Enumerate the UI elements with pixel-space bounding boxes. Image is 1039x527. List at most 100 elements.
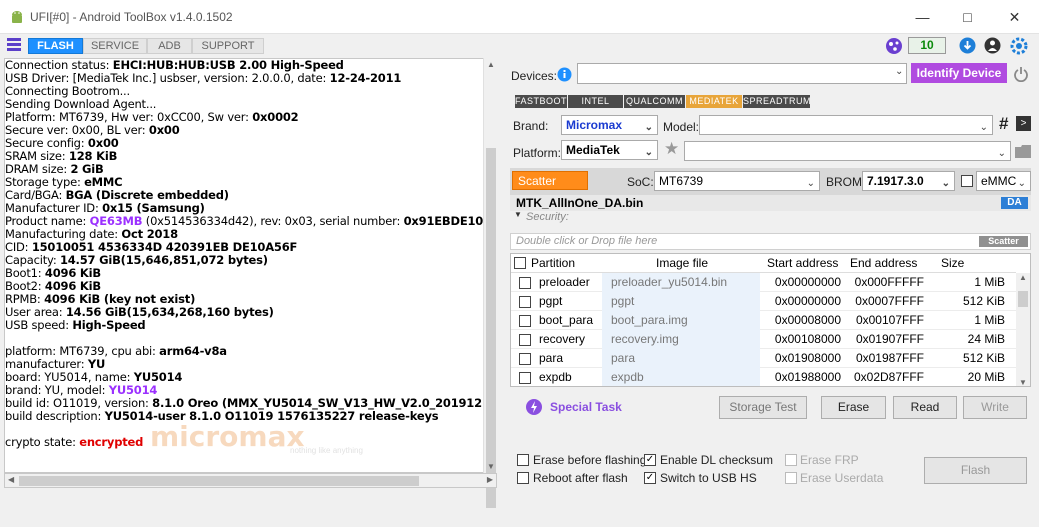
end-address: 0x00107FFF <box>855 313 924 327</box>
row-checkbox[interactable] <box>519 334 531 346</box>
row-checkbox[interactable] <box>519 353 531 365</box>
erase-userdata-checkbox[interactable] <box>785 472 797 484</box>
platform-label: Platform: <box>513 146 562 160</box>
erase-frp-checkbox[interactable] <box>785 454 797 466</box>
dl-checksum-checkbox[interactable]: ✓ <box>644 454 656 466</box>
scatter-drop-zone[interactable]: Double click or Drop file here Scatter <box>510 233 1031 250</box>
erase-button[interactable]: Erase <box>821 396 886 419</box>
minimize-button[interactable]: — <box>900 0 945 34</box>
chevron-down-icon: ⌄ <box>979 122 988 133</box>
terminal-icon[interactable]: > <box>1016 116 1031 131</box>
brand-select[interactable]: Micromax ⌄ <box>561 115 658 135</box>
tab-adb[interactable]: ADB <box>147 38 192 54</box>
tab-spreadtrum[interactable]: SPREADTRUM <box>743 95 811 108</box>
star-icon[interactable]: ★ <box>664 139 679 159</box>
power-icon[interactable] <box>1013 66 1029 82</box>
col-size[interactable]: Size <box>941 254 964 273</box>
col-partition[interactable]: Partition <box>531 254 575 273</box>
settings-gear-icon[interactable] <box>1010 37 1028 55</box>
log-vertical-scrollbar[interactable]: ▲ ▼ <box>483 58 497 508</box>
chevron-down-icon: ⌄ <box>806 178 815 189</box>
brom-label: BROM: <box>826 175 866 189</box>
col-image-file[interactable]: Image file <box>656 254 708 273</box>
image-file[interactable]: preloader_yu5014.bin <box>602 273 760 292</box>
hscroll-thumb[interactable] <box>19 476 419 486</box>
tab-intel[interactable]: INTEL <box>568 95 623 108</box>
table-row[interactable]: pgpt pgpt 0x00000000 0x0007FFFF 512 KiB <box>511 292 1016 311</box>
tab-fastboot[interactable]: FASTBOOT <box>515 95 567 108</box>
storage-test-button[interactable]: Storage Test <box>719 396 807 419</box>
read-button[interactable]: Read <box>893 396 957 419</box>
special-task-icon[interactable] <box>525 398 543 416</box>
switch-usb-label[interactable]: Switch to USB HS <box>660 471 757 485</box>
row-checkbox[interactable] <box>519 296 531 308</box>
micromax-watermark: micromax nothing like anything <box>150 420 363 455</box>
flash-button[interactable]: Flash <box>924 457 1027 484</box>
storage-checkbox[interactable] <box>961 175 973 187</box>
devices-select[interactable] <box>577 63 907 84</box>
reboot-after-checkbox[interactable] <box>517 472 529 484</box>
close-button[interactable]: ✕ <box>992 0 1037 34</box>
table-scroll-thumb[interactable] <box>1018 291 1028 307</box>
download-icon[interactable] <box>959 37 976 54</box>
table-row[interactable]: preloader preloader_yu5014.bin 0x00000000 0… <box>511 273 1016 292</box>
tab-service[interactable]: SERVICE <box>83 38 147 54</box>
tab-mediatek[interactable]: MEDIATEK <box>686 95 742 108</box>
erase-before-label[interactable]: Erase before flashing <box>533 453 646 467</box>
row-checkbox[interactable] <box>519 277 531 289</box>
erase-frp-label[interactable]: Erase FRP <box>800 453 859 467</box>
hash-icon[interactable]: # <box>999 114 1008 134</box>
table-row[interactable]: recovery recovery.img 0x00108000 0x01907FFF… <box>511 330 1016 349</box>
da-badge[interactable]: DA <box>1001 197 1028 209</box>
end-address: 0x01907FFF <box>855 332 924 346</box>
table-scrollbar[interactable]: ▲ ▼ <box>1016 273 1030 386</box>
erase-before-checkbox[interactable] <box>517 454 529 466</box>
table-row[interactable]: expdb expdb 0x01988000 0x02D87FFF 20 MiB <box>511 368 1016 386</box>
start-address: 0x00008000 <box>774 313 841 327</box>
erase-userdata-label[interactable]: Erase Userdata <box>800 471 883 485</box>
scroll-thumb[interactable] <box>486 148 496 508</box>
maximize-button[interactable]: □ <box>945 0 990 34</box>
col-start-address[interactable]: Start address <box>767 254 838 273</box>
special-task-button[interactable]: Special Task <box>550 400 622 414</box>
image-file[interactable]: expdb <box>602 368 760 386</box>
col-end-address[interactable]: End address <box>850 254 917 273</box>
menu-icon[interactable] <box>7 38 21 52</box>
soc-select[interactable]: MT6739 ⌄ <box>654 171 820 191</box>
image-file[interactable]: boot_para.img <box>602 311 760 330</box>
tab-flash[interactable]: FLASH <box>28 38 83 54</box>
select-all-checkbox[interactable] <box>514 257 526 269</box>
chevron-down-icon: ⌄ <box>644 122 653 133</box>
table-row[interactable]: boot_para boot_para.img 0x00008000 0x00107F… <box>511 311 1016 330</box>
row-checkbox[interactable] <box>519 372 531 384</box>
tab-support[interactable]: SUPPORT <box>192 38 264 54</box>
image-file[interactable]: pgpt <box>602 292 760 311</box>
security-label[interactable]: Security: <box>526 211 569 223</box>
table-row[interactable]: para para 0x01908000 0x01987FFF 512 KiB <box>511 349 1016 368</box>
user-icon[interactable] <box>984 37 1001 54</box>
identify-device-button[interactable]: Identify Device <box>911 63 1007 83</box>
reboot-after-label[interactable]: Reboot after flash <box>533 471 628 485</box>
tab-qualcomm[interactable]: QUALCOMM <box>624 95 685 108</box>
log-horizontal-scrollbar[interactable]: ◀ ▶ <box>4 473 497 488</box>
chevron-down-icon: ⌄ <box>941 178 950 189</box>
storage-select[interactable]: eMMC ⌄ <box>976 171 1031 191</box>
row-checkbox[interactable] <box>519 315 531 327</box>
favorites-select[interactable]: ⌄ <box>684 141 1011 161</box>
image-file[interactable]: recovery.img <box>602 330 760 349</box>
platform-select[interactable]: MediaTek ⌄ <box>561 140 658 160</box>
collapse-icon[interactable]: ▼ <box>514 210 522 219</box>
info-icon[interactable] <box>557 67 572 82</box>
dl-checksum-label[interactable]: Enable DL checksum <box>660 453 773 467</box>
image-file[interactable]: para <box>602 349 760 368</box>
start-address: 0x00000000 <box>774 294 841 308</box>
model-select[interactable]: ⌄ <box>699 115 993 135</box>
android-icon <box>12 11 22 23</box>
brom-select[interactable]: 7.1917.3.0 ⌄ <box>862 171 955 191</box>
write-button[interactable]: Write <box>963 396 1027 419</box>
switch-usb-checkbox[interactable]: ✓ <box>644 472 656 484</box>
scatter-button[interactable]: Scatter <box>512 171 588 190</box>
folder-icon[interactable] <box>1015 145 1031 158</box>
network-icon[interactable] <box>885 37 903 55</box>
partition-name: para <box>539 351 564 365</box>
